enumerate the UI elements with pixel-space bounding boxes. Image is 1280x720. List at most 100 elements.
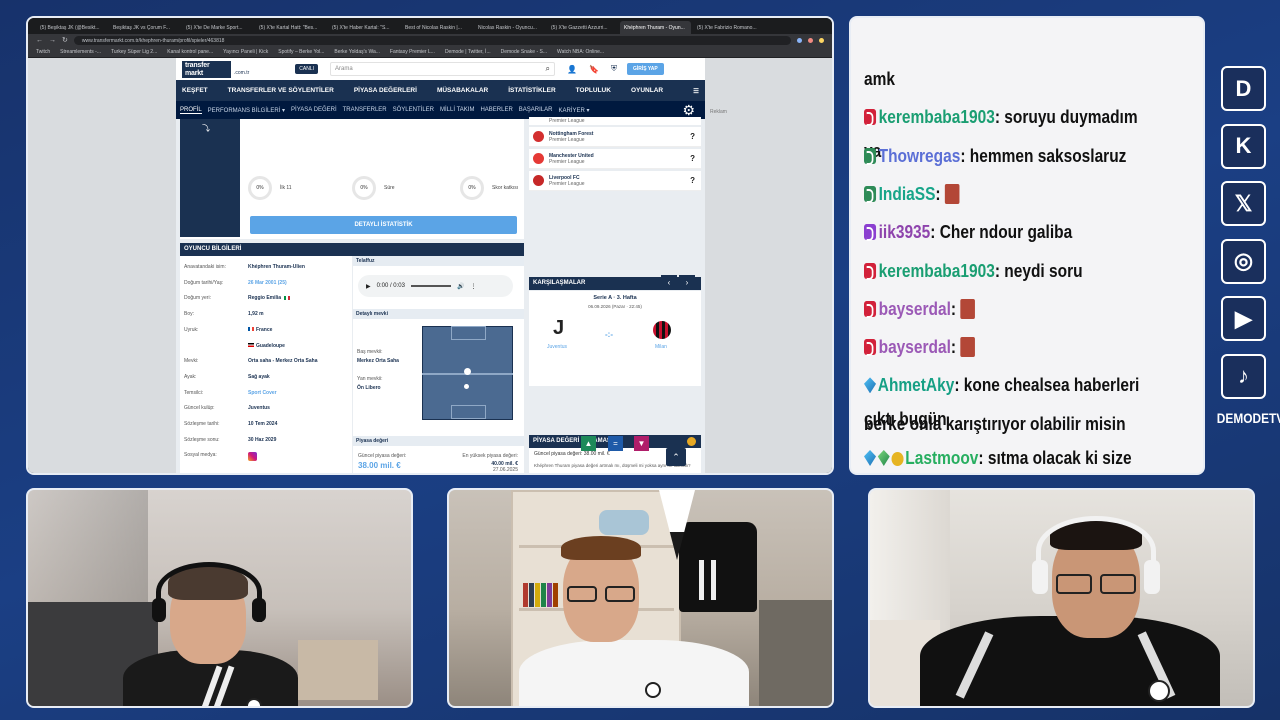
play-icon[interactable]: ▶ xyxy=(366,283,371,290)
bookmark-item[interactable]: Streamlements -... xyxy=(60,49,101,55)
info-value: 26 Mar 2001 (25) xyxy=(248,279,287,286)
shield-icon[interactable]: ⛨ xyxy=(611,64,617,74)
match-card[interactable]: Serie A · 3. Hafta 06.09.2026 (Pazar · 2… xyxy=(529,291,701,386)
subnav-item[interactable]: PERFORMANS BİLGİLERİ ▾ xyxy=(208,107,285,114)
club-crest-icon xyxy=(533,131,544,142)
nav-item[interactable]: TOPLULUK xyxy=(576,87,611,94)
subnav-item[interactable]: SÖYLENTİLER xyxy=(393,107,434,113)
chat-message: bayserdal: xyxy=(864,330,1152,364)
subnav-item[interactable]: PROFİL xyxy=(180,107,202,114)
browser-tab[interactable]: (5) X'te Gazzetti Azzurri... xyxy=(547,21,618,34)
browser-capture: (5) Beşiktaş JK (@Besikt... Beşiktaş JK v… xyxy=(26,16,834,475)
site-logo[interactable]: transfer markt xyxy=(182,60,231,78)
forward-icon[interactable]: → xyxy=(49,37,56,44)
chat-username[interactable]: bayserdal xyxy=(879,299,951,319)
chat-username[interactable]: Thowregas xyxy=(879,146,961,166)
browser-tab[interactable]: (5) X'te Kartal Hatt: "Bes... xyxy=(255,21,326,34)
search-icon[interactable]: ⌕ xyxy=(546,64,550,74)
chat-username[interactable]: Lastmoov xyxy=(905,448,978,468)
info-value[interactable]: Juventus xyxy=(248,405,270,411)
vote-equal-button[interactable]: = xyxy=(608,436,623,451)
club-probability: ? xyxy=(690,154,695,163)
chat-username[interactable]: bayserdal xyxy=(879,337,951,357)
detailed-stats-button[interactable]: DETAYLI İSTATİSTİK xyxy=(250,216,517,234)
live-button[interactable]: CANLI xyxy=(295,64,319,74)
browser-tab[interactable]: (5) Beşiktaş JK (@Besikt... xyxy=(36,21,107,34)
info-value[interactable]: Sport Cover xyxy=(248,390,277,396)
nav-item[interactable]: OYUNLAR xyxy=(631,87,663,94)
club-row[interactable]: Nottingham Forest Premier League? xyxy=(529,127,701,147)
right-column: Premier League Nottingham Forest Premier … xyxy=(529,117,701,473)
bookmark-item[interactable]: Yayıncı Paneli | Kick xyxy=(223,49,268,55)
nav-item[interactable]: TRANSFERLER VE SÖYLENTİLER xyxy=(228,87,334,94)
info-key: Güncel kulüp: xyxy=(184,405,215,412)
bookmark-icon[interactable]: 🔖 xyxy=(589,65,599,74)
chat-username[interactable]: iik3935 xyxy=(879,222,931,242)
reload-icon[interactable]: ↻ xyxy=(62,37,68,44)
nav-item[interactable]: MÜSABAKALAR xyxy=(437,87,488,94)
vote-up-button[interactable]: ▲ xyxy=(581,436,596,451)
search-input[interactable]: Arama ⌕ xyxy=(330,62,556,76)
kick-badge-icon xyxy=(864,262,877,280)
scroll-top-button[interactable]: ⌃ xyxy=(666,448,686,466)
bookmark-item[interactable]: Twitch xyxy=(36,49,50,55)
club-row[interactable]: Liverpool FC Premier League? xyxy=(529,171,701,191)
menu-icon[interactable]: ☰ xyxy=(693,87,699,95)
bookmark-item[interactable]: Turkey Süper Lig 2... xyxy=(111,49,157,55)
browser-tab[interactable]: Best of Nicolas Raskin |... xyxy=(401,21,472,34)
browser-tab[interactable]: (5) X'te Haber Kartal: "S... xyxy=(328,21,399,34)
audio-progress[interactable] xyxy=(410,285,451,287)
instagram-icon[interactable] xyxy=(248,452,257,462)
browser-tab[interactable]: Khéphren Thuram - Oyun... xyxy=(620,21,691,34)
next-match-button[interactable]: › xyxy=(679,275,695,290)
browser-tab[interactable]: Beşiktaş JK vs Çorum F... xyxy=(109,21,180,34)
chat-username[interactable]: IndiaSS xyxy=(879,184,936,204)
subnav-item[interactable]: HABERLER xyxy=(480,107,512,113)
subnav-item[interactable]: KARİYER ▾ xyxy=(558,107,589,114)
chat-username[interactable]: AhmetAky xyxy=(878,375,955,395)
login-button[interactable]: GİRİŞ YAP xyxy=(626,63,664,75)
match-score: -:- xyxy=(605,330,613,339)
kick-badge-icon xyxy=(864,109,877,127)
subnav-item[interactable]: MİLLİ TAKIM xyxy=(440,107,474,113)
subnav-item[interactable]: BAŞARILAR xyxy=(519,107,553,113)
bookmark-item[interactable]: Demode | Twitter, İ... xyxy=(445,49,491,55)
more-icon[interactable]: ⋮ xyxy=(470,283,476,290)
bookmark-item[interactable]: Watch NBA: Online... xyxy=(557,49,604,55)
audio-player[interactable]: ▶ 0:00 / 0:03 🔊 ⋮ xyxy=(358,275,513,297)
extension-icon[interactable] xyxy=(808,38,813,43)
user-icon[interactable]: 👤 xyxy=(567,65,577,74)
subnav-item[interactable]: TRANSFERLER xyxy=(343,107,387,113)
info-row: Sözleşme tarihi: 10 Tem 2024 xyxy=(180,421,352,427)
profile-icon[interactable] xyxy=(819,38,824,43)
prev-match-button[interactable]: ‹ xyxy=(661,275,677,290)
bookmark-item[interactable]: Kanal kontrol pane... xyxy=(167,49,213,55)
browser-tab[interactable]: Nicolas Raskin - Oyuncu... xyxy=(474,21,545,34)
browser-tab[interactable]: (5) X'te De Marke Sport... xyxy=(182,21,253,34)
extension-icon[interactable] xyxy=(797,38,802,43)
back-icon[interactable]: ← xyxy=(36,37,43,44)
browser-tab[interactable]: (5) X'te Fabrizio Romano... xyxy=(693,21,764,34)
chat-message: IndiaSS: xyxy=(864,177,1152,211)
nav-item[interactable]: PİYASA DEĞERLERİ xyxy=(354,87,417,94)
chat-text: : xyxy=(935,183,945,204)
chat-username[interactable]: kerembaba1903 xyxy=(879,261,995,281)
club-row[interactable]: Manchester United Premier League? xyxy=(529,149,701,169)
vote-down-button[interactable]: ▼ xyxy=(634,436,649,451)
chat-username[interactable]: kerembaba1903 xyxy=(879,107,995,127)
main-nav: KEŞFET TRANSFERLER VE SÖYLENTİLER PİYASA D… xyxy=(176,80,705,101)
nav-item[interactable]: KEŞFET xyxy=(182,87,208,94)
bookmark-item[interactable]: Demode Snake - S... xyxy=(501,49,547,55)
match-date: 06.09.2026 (Pazar · 22:45) xyxy=(588,304,642,309)
volume-icon[interactable]: 🔊 xyxy=(457,283,464,290)
bookmark-item[interactable]: Spotify – Berke Yol... xyxy=(278,49,324,55)
ads-label: Reklam xyxy=(710,109,727,115)
position-title: Detaylı mevki xyxy=(353,309,524,319)
nav-item[interactable]: İSTATİSTİKLER xyxy=(508,87,555,94)
site-tld: .com.tr xyxy=(234,70,250,76)
subnav-item[interactable]: PİYASA DEĞERİ xyxy=(291,107,337,113)
besiktas-jersey xyxy=(679,522,757,612)
bookmark-item[interactable]: Fantasy Premier L... xyxy=(390,49,435,55)
url-field[interactable]: www.transfermarkt.com.tr/khephren-thuram… xyxy=(73,36,791,45)
bookmark-item[interactable]: Berke Yoldaş's Wa... xyxy=(334,49,380,55)
